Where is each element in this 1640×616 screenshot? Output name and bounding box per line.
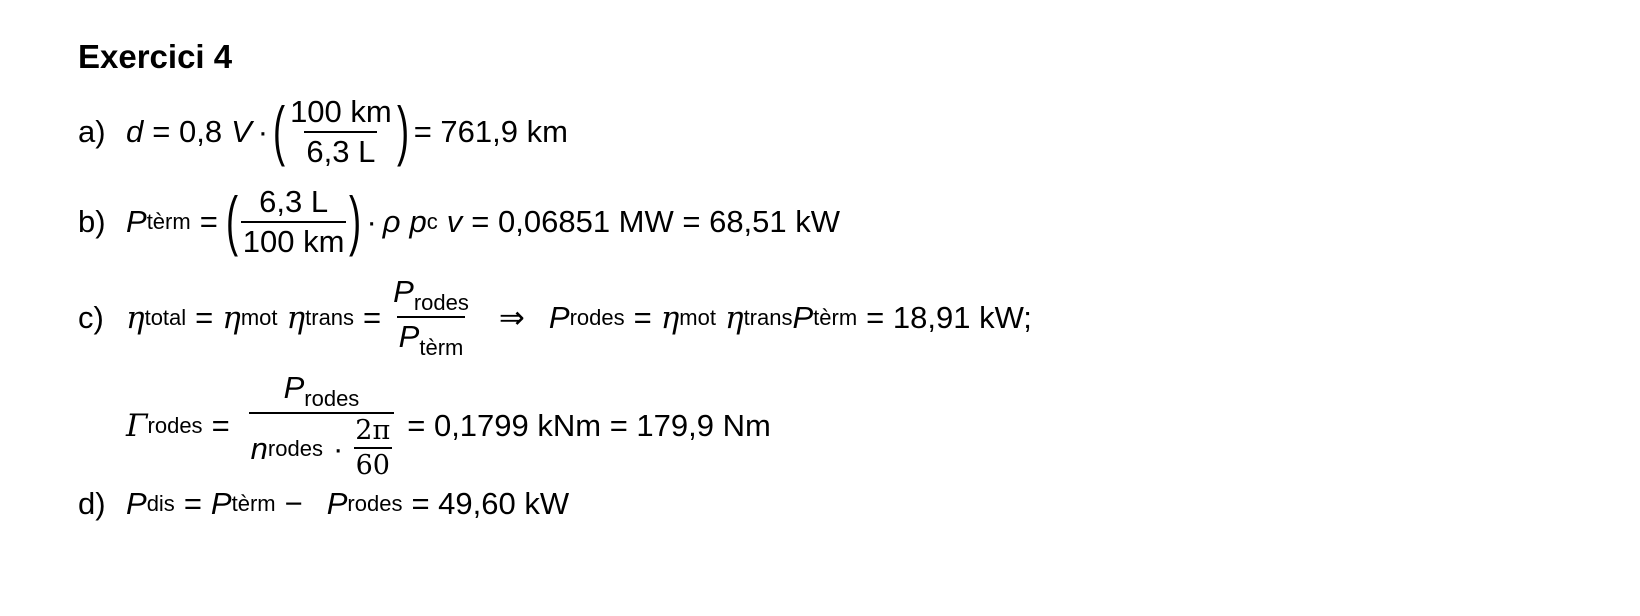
sub-trans: trans	[305, 304, 355, 330]
sub-rodes: rodes	[413, 290, 469, 315]
equals: =	[363, 299, 382, 335]
sub-dis: dis	[146, 491, 175, 516]
right-paren: )	[349, 183, 362, 258]
eta: η	[724, 299, 744, 336]
var-P: P	[126, 486, 147, 521]
sub-rodes: rodes	[569, 304, 625, 330]
var-p: p	[409, 204, 427, 240]
fraction-2pi-60: 2π 60	[353, 415, 392, 481]
eta: η	[222, 299, 241, 336]
var-P: P	[548, 299, 570, 335]
equals: =	[199, 204, 218, 240]
fraction-torque-den: n rodes · 2π 60	[248, 412, 395, 481]
part-c: c) η total = η mot η trans = Prodes Ptèrm ⇒…	[78, 274, 1032, 361]
eta: η	[660, 299, 680, 336]
result-c: = 18,91 kW;	[866, 299, 1032, 335]
fraction-b-den: 100 km	[240, 220, 347, 259]
part-b-label: b)	[78, 204, 106, 240]
var-P: P	[393, 274, 414, 309]
exercise-title: Exercici 4	[78, 38, 233, 75]
result-torque: = 0,1799 kNm = 179,9 Nm	[407, 408, 771, 444]
sub-term: tèrm	[231, 491, 276, 516]
var-P: P	[326, 486, 348, 521]
var-rho: ρ	[382, 204, 401, 240]
var-P: P	[283, 370, 305, 405]
part-c-torque: Γrodes = Prodes n rodes · 2π 60 = 0,1799 …	[126, 370, 771, 481]
var-d: d	[126, 114, 144, 150]
gamma: Γ	[126, 408, 148, 445]
equals: =	[195, 299, 214, 335]
coef: = 0,8	[152, 114, 223, 150]
var-n: n	[250, 430, 268, 466]
result-d: = 49,60 kW	[411, 486, 570, 521]
sub-rodes: rodes	[267, 436, 323, 462]
var-P: P	[126, 204, 147, 240]
sub-mot: mot	[679, 304, 716, 330]
result-a: = 761,9 km	[413, 114, 568, 150]
minus: −	[284, 486, 303, 521]
part-a: a) d = 0,8 V · ( 100 km 6,3 L ) = 761,9 …	[78, 93, 568, 169]
left-paren: (	[273, 93, 286, 168]
part-a-label: a)	[78, 114, 106, 150]
equals: =	[183, 486, 202, 521]
fraction-c-num: Prodes	[391, 274, 471, 316]
dot: ·	[257, 114, 269, 150]
sub-term: tèrm	[146, 209, 191, 235]
var-P: P	[210, 486, 232, 521]
part-b: b) Ptèrm = ( 6,3 L 100 km ) · ρ pc v = 0…	[78, 183, 841, 259]
var-V: V	[231, 114, 252, 150]
equals: =	[211, 408, 230, 444]
part-d: d) Pdis = Ptèrm − Prodes = 49,60 kW	[78, 486, 569, 522]
sub-trans: trans	[743, 304, 793, 330]
fraction-c-den: Ptèrm	[396, 316, 466, 361]
right-paren: )	[396, 93, 409, 168]
result-b: = 0,06851 MW = 68,51 kW	[471, 204, 841, 240]
var-v: v	[446, 204, 463, 240]
equals: =	[633, 299, 652, 335]
part-c-label: c)	[78, 299, 104, 335]
var-P: P	[792, 299, 814, 335]
sub-c: c	[426, 209, 438, 235]
left-paren: (	[225, 183, 238, 258]
fraction-a-num: 100 km	[290, 94, 392, 129]
dot: ·	[332, 430, 344, 466]
fraction-a: 100 km 6,3 L	[288, 94, 394, 169]
sub-rodes: rodes	[347, 491, 403, 516]
fraction-torque-num: Prodes	[282, 370, 362, 412]
fraction-c: Prodes Ptèrm	[391, 274, 471, 361]
var-P: P	[398, 319, 420, 355]
sixty: 60	[353, 447, 392, 480]
fraction-b-num: 6,3 L	[259, 184, 329, 219]
implies-arrow: ⇒	[498, 299, 525, 335]
fraction-torque: Prodes n rodes · 2π 60	[248, 370, 395, 481]
fraction-b: 6,3 L 100 km	[240, 184, 347, 259]
eta: η	[286, 299, 306, 336]
part-d-label: d)	[78, 486, 106, 521]
eta: η	[126, 299, 145, 336]
sub-mot: mot	[240, 304, 278, 330]
sub-term: tèrm	[419, 335, 464, 361]
dot: ·	[366, 204, 377, 240]
sub-total: total	[144, 304, 187, 330]
sub-term: tèrm	[813, 304, 858, 330]
sub-rodes: rodes	[304, 386, 360, 411]
sub-rodes: rodes	[147, 413, 203, 439]
twopi: 2π	[355, 415, 391, 447]
fraction-a-den: 6,3 L	[304, 130, 378, 169]
